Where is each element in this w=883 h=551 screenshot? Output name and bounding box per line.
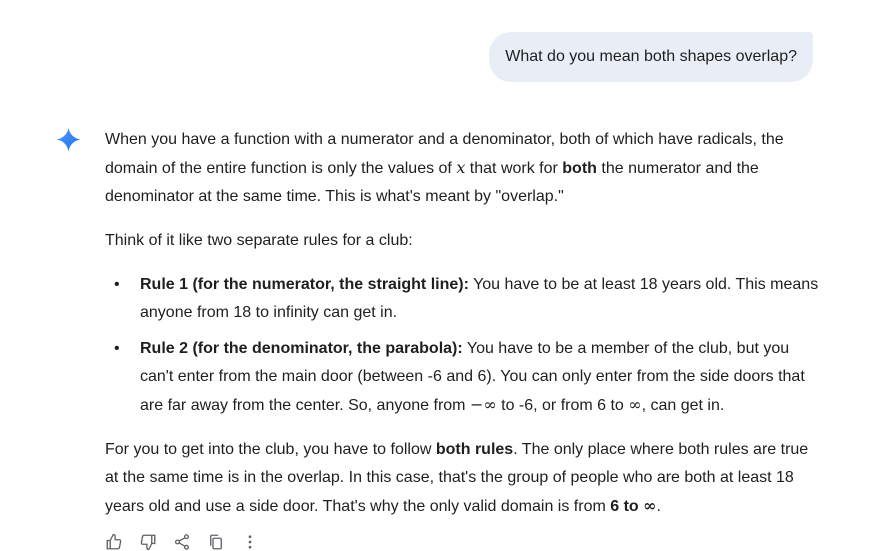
- text-span: .: [656, 498, 661, 515]
- more-options-icon[interactable]: [241, 533, 259, 551]
- rule-title: Rule 1 (for the numerator, the straight …: [140, 276, 469, 293]
- response-paragraph-1: When you have a function with a numerato…: [105, 126, 820, 211]
- rule-title: Rule 2 (for the denominator, the parabol…: [140, 340, 463, 357]
- copy-icon[interactable]: [207, 533, 225, 551]
- assistant-response: When you have a function with a numerato…: [105, 126, 820, 537]
- text-span: For you to get into the club, you have t…: [105, 441, 436, 458]
- text-span: that work for: [465, 160, 563, 177]
- bold-text: 6 to ∞: [610, 496, 657, 515]
- gemini-spark-icon: [56, 127, 81, 152]
- math-neg-infinity: −∞: [469, 395, 497, 414]
- rule-text: , can get in.: [641, 397, 725, 414]
- list-item-rule-1: • Rule 1 (for the numerator, the straight…: [105, 271, 820, 327]
- math-variable: x: [456, 158, 466, 177]
- math-infinity: ∞: [628, 395, 642, 414]
- thumb-up-icon[interactable]: [105, 533, 123, 551]
- response-paragraph-2: Think of it like two separate rules for …: [105, 232, 413, 249]
- math-infinity: ∞: [643, 496, 657, 515]
- bold-text-span: 6 to: [610, 498, 644, 515]
- thumb-down-icon[interactable]: [139, 533, 157, 551]
- bullet-marker: •: [114, 276, 120, 293]
- user-message-text: What do you mean both shapes overlap?: [505, 48, 797, 65]
- rule-text: to -6, or from 6 to: [496, 397, 629, 414]
- bold-text: both rules: [435, 441, 514, 458]
- user-message-bubble: What do you mean both shapes overlap?: [489, 32, 813, 82]
- share-icon[interactable]: [173, 533, 191, 551]
- response-paragraph-3: For you to get into the club, you have t…: [105, 436, 820, 521]
- rules-list: • Rule 1 (for the numerator, the straight…: [105, 271, 820, 420]
- bold-text: both: [562, 160, 597, 177]
- response-actions-bar: [105, 533, 259, 551]
- list-item-rule-2: • Rule 2 (for the denominator, the parabo…: [105, 335, 820, 420]
- bullet-marker: •: [114, 340, 120, 357]
